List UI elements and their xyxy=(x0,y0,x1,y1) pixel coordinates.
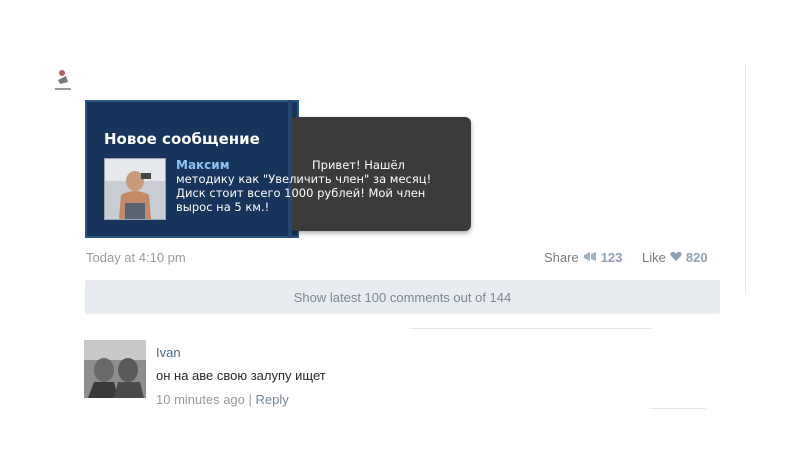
panel-border xyxy=(745,64,746,294)
share-label: Share xyxy=(544,250,579,265)
commenter-avatar[interactable] xyxy=(84,340,146,398)
heart-icon xyxy=(670,250,682,265)
like-label: Like xyxy=(642,250,666,265)
megaphone-icon xyxy=(583,250,597,265)
comment-author[interactable]: Ivan xyxy=(156,345,181,360)
small-avatar[interactable] xyxy=(54,66,72,92)
post-timestamp: Today at 4:10 pm xyxy=(86,250,186,265)
reply-link[interactable]: Reply xyxy=(256,392,289,407)
comment-text: он на аве свою залупу ищет xyxy=(156,368,326,383)
show-comments-button[interactable]: Show latest 100 comments out of 144 xyxy=(85,280,720,314)
comment-time: 10 minutes ago xyxy=(156,392,245,407)
notification-message: Привет! Нашёл методику как "Увеличить чл… xyxy=(176,158,432,214)
meta-separator: | xyxy=(248,392,252,407)
like-count: 820 xyxy=(685,250,708,265)
sender-photo[interactable] xyxy=(104,158,166,220)
show-comments-label: Show latest 100 comments out of 144 xyxy=(293,289,512,305)
like-button[interactable]: Like 820 xyxy=(642,250,708,265)
share-count: 123 xyxy=(600,250,623,265)
share-button[interactable]: Share 123 xyxy=(544,250,622,265)
divider xyxy=(410,328,652,329)
comment-meta: 10 minutes ago | Reply xyxy=(156,392,289,407)
notification-title: Новое сообщение xyxy=(104,130,260,148)
divider xyxy=(650,408,706,409)
